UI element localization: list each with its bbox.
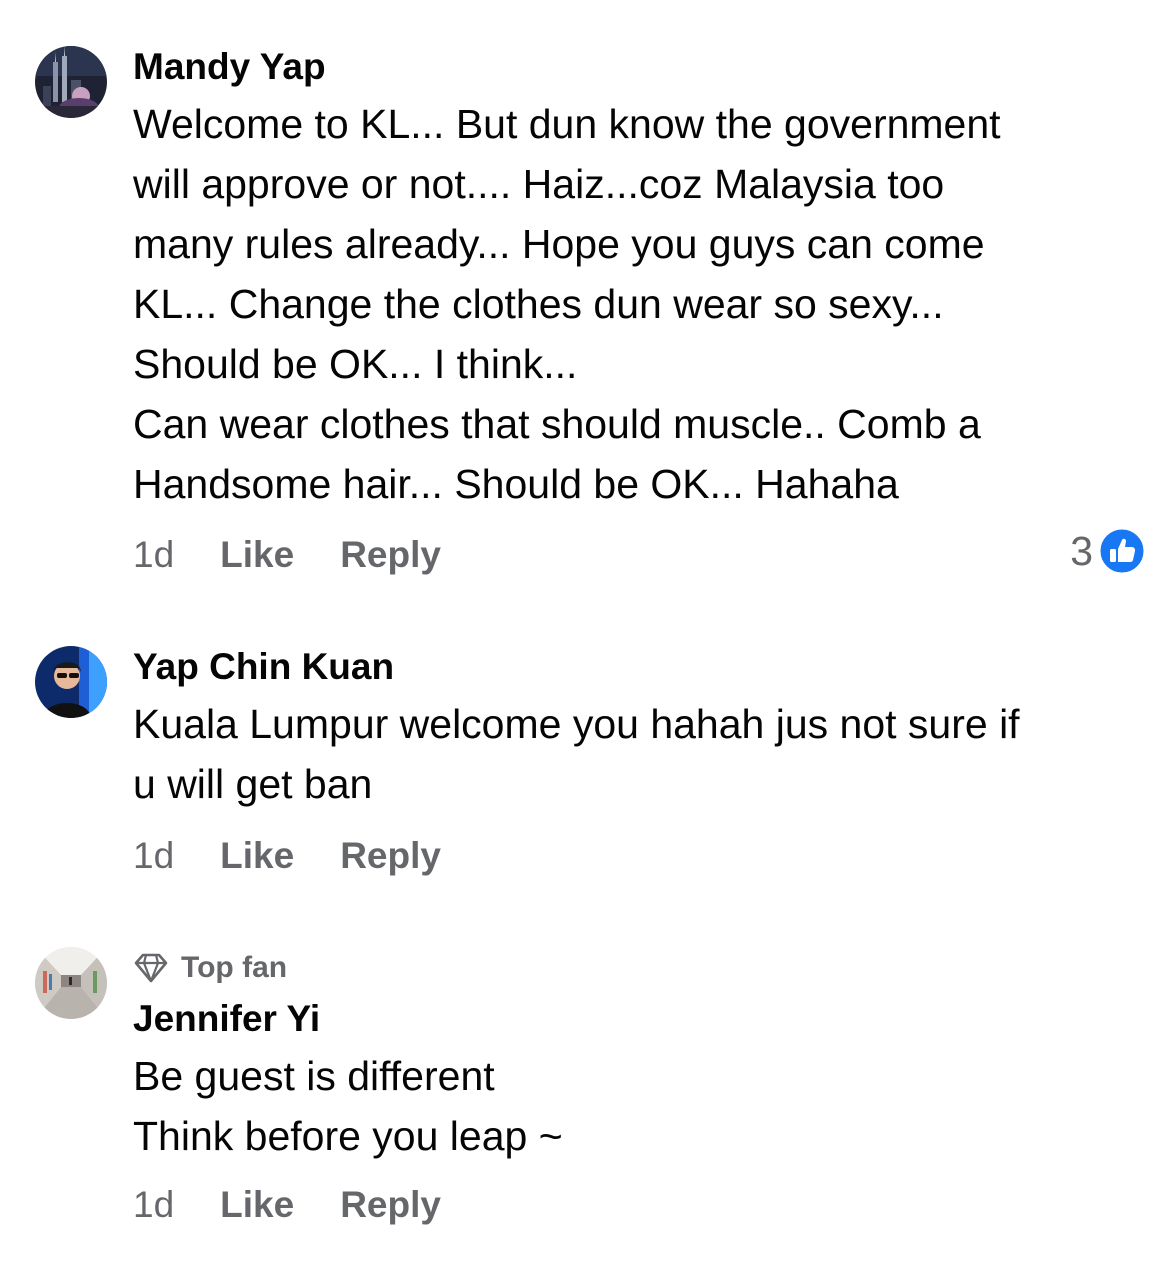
comment-text-line: u will get ban [133, 761, 373, 807]
avatar[interactable] [35, 646, 107, 718]
avatar[interactable] [35, 46, 107, 118]
reply-button[interactable]: Reply [340, 1184, 441, 1225]
comment-text-line: Can wear clothes that should muscle.. Co… [133, 401, 981, 447]
comment-text-line: will approve or not.... Haiz...coz Malay… [133, 161, 945, 207]
comment-body: Mandy Yap Welcome to KL... But dun know … [133, 46, 1143, 514]
comment-actions: 1d Like Reply [133, 833, 441, 879]
like-button[interactable]: Like [220, 1184, 294, 1225]
comment-text-line: Kuala Lumpur welcome you hahah jus not s… [133, 701, 1020, 747]
comment-body: Yap Chin Kuan Kuala Lumpur welcome you h… [133, 646, 1143, 814]
comment-text-line: Be guest is different [133, 1053, 495, 1099]
avatar-man-blue-icon [35, 646, 107, 718]
reply-button[interactable]: Reply [340, 534, 441, 575]
comment-text-line: Welcome to KL... But dun know the govern… [133, 101, 1001, 147]
comment-actions: 1d Like Reply [133, 1182, 441, 1228]
badge-label: Top fan [181, 951, 288, 984]
comment-actions: 1d Like Reply [133, 532, 441, 578]
comment-text: Be guest is different Think before you l… [133, 1046, 1143, 1166]
comment-body: Top fan Jennifer Yi Be guest is differen… [133, 948, 1143, 1166]
comment-text-line: many rules already... Hope you guys can … [133, 221, 985, 267]
comment-text-line: Should be OK... I think... [133, 341, 578, 387]
comment-timestamp[interactable]: 1d [133, 835, 174, 876]
comment-timestamp[interactable]: 1d [133, 1184, 174, 1225]
like-thumb-icon [1099, 528, 1145, 574]
comment-text-line: Handsome hair... Should be OK... Hahaha [133, 461, 899, 507]
comment-text: Kuala Lumpur welcome you hahah jus not s… [133, 694, 1143, 814]
avatar[interactable] [35, 947, 107, 1019]
comment-text-line: KL... Change the clothes dun wear so sex… [133, 281, 944, 327]
diamond-icon [134, 953, 168, 983]
comment-author[interactable]: Yap Chin Kuan [133, 646, 1143, 688]
avatar-city-night-icon [35, 46, 107, 118]
comment-timestamp[interactable]: 1d [133, 534, 174, 575]
like-button[interactable]: Like [220, 835, 294, 876]
comment-text-line: Think before you leap ~ [133, 1113, 563, 1159]
comment-author[interactable]: Mandy Yap [133, 46, 1143, 88]
like-button[interactable]: Like [220, 534, 294, 575]
reply-button[interactable]: Reply [340, 835, 441, 876]
comment-author[interactable]: Jennifer Yi [133, 998, 1143, 1040]
avatar-hallway-icon [35, 947, 107, 1019]
reaction-summary[interactable]: 3 [1070, 528, 1145, 574]
comment-text: Welcome to KL... But dun know the govern… [133, 94, 1143, 514]
top-fan-badge: Top fan [133, 948, 1143, 988]
reaction-count: 3 [1070, 527, 1093, 574]
